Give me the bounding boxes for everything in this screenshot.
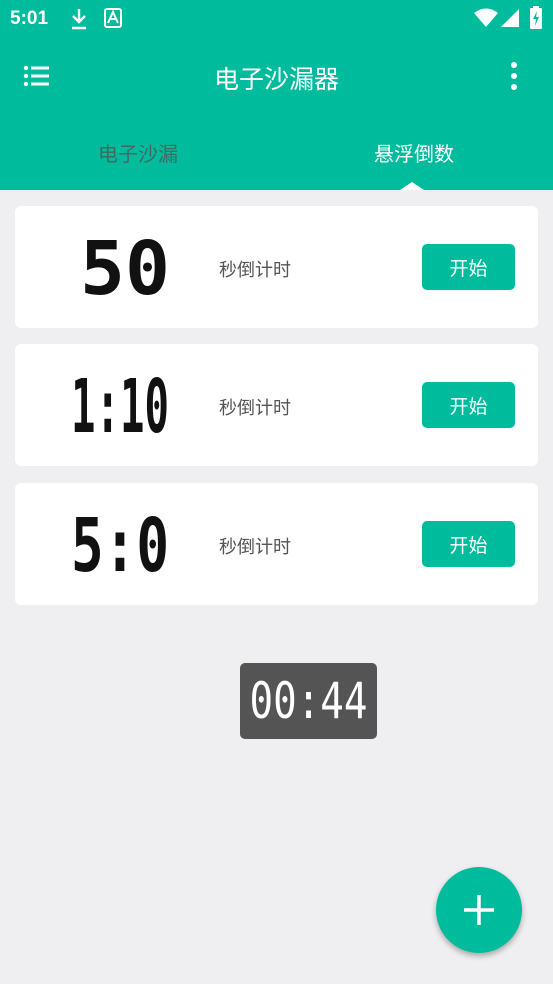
start-button[interactable]: 开始 bbox=[422, 521, 515, 567]
start-button[interactable]: 开始 bbox=[422, 382, 515, 428]
more-vertical-icon[interactable] bbox=[500, 60, 528, 92]
floating-timer-display: 00:44 bbox=[250, 672, 368, 730]
tab-indicator bbox=[400, 182, 424, 190]
timer-value-display: 50 bbox=[80, 234, 170, 302]
add-timer-button[interactable] bbox=[436, 867, 522, 953]
status-bar: 5:01 bbox=[0, 0, 553, 38]
app-title: 电子沙漏器 bbox=[213, 65, 339, 94]
download-icon bbox=[72, 9, 86, 30]
start-button[interactable]: 开始 bbox=[422, 244, 515, 290]
plus-icon bbox=[464, 895, 494, 925]
timer-label: 秒倒计时 bbox=[219, 398, 291, 419]
timer-card[interactable]: 1:10 秒倒计时 开始 bbox=[15, 344, 538, 466]
timer-value: 1:10 bbox=[71, 372, 169, 440]
tab-bar: 电子沙漏 悬浮倒数 bbox=[0, 114, 553, 190]
battery-charging-icon bbox=[530, 6, 542, 29]
timer-value-display: 5:0 bbox=[71, 511, 169, 579]
signal-icon bbox=[501, 9, 519, 27]
timer-card[interactable]: 50 秒倒计时 开始 bbox=[15, 206, 538, 328]
timer-card[interactable]: 5:0 秒倒计时 开始 bbox=[15, 483, 538, 605]
wifi-icon bbox=[474, 8, 498, 27]
app-bar: 电子沙漏器 bbox=[0, 38, 553, 114]
floating-timer-value: 00:44 bbox=[250, 672, 368, 730]
timer-value: 50 bbox=[80, 234, 170, 302]
timer-label: 秒倒计时 bbox=[219, 260, 291, 281]
timer-value: 5:0 bbox=[71, 511, 169, 579]
timer-label: 秒倒计时 bbox=[219, 537, 291, 558]
a-icon bbox=[104, 8, 122, 28]
tab-floating-countdown[interactable]: 悬浮倒数 bbox=[276, 138, 552, 167]
floating-timer[interactable]: 00:44 bbox=[240, 663, 377, 739]
timer-value-display: 1:10 bbox=[71, 372, 169, 440]
tab-hourglass[interactable]: 电子沙漏 bbox=[0, 138, 276, 167]
status-time: 5:01 bbox=[10, 8, 49, 29]
